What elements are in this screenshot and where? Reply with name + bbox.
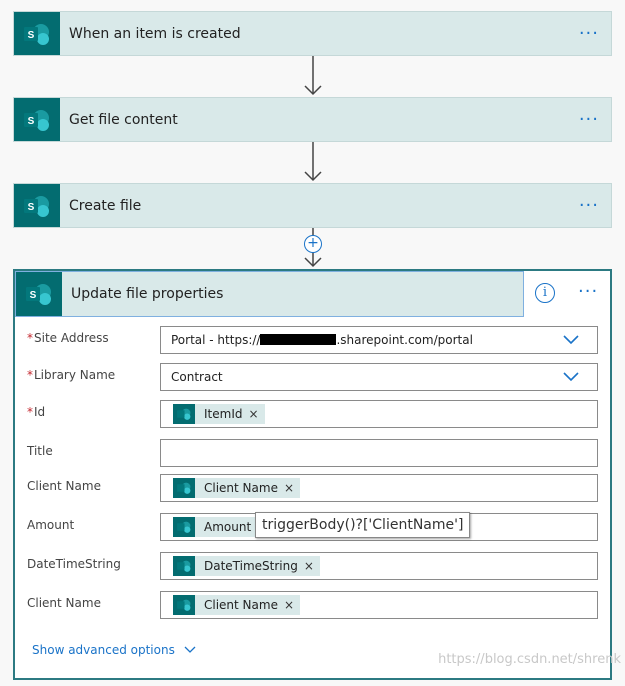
get-file-content-card[interactable]: S Get file content ···: [13, 97, 612, 142]
client-name-label: Client Name: [27, 596, 101, 610]
sharepoint-icon: S: [16, 272, 62, 316]
library-name-value: Contract: [171, 370, 223, 384]
svg-text:S: S: [28, 202, 35, 213]
remove-token-icon[interactable]: ×: [284, 598, 294, 612]
datetime-field[interactable]: DateTimeString ×: [160, 552, 598, 580]
id-field[interactable]: ItemId ×: [160, 400, 598, 428]
card-title: Create file: [69, 197, 142, 214]
more-options-icon[interactable]: ···: [579, 24, 599, 42]
trigger-card[interactable]: S When an item is created ···: [13, 11, 612, 56]
more-options-icon[interactable]: ···: [579, 110, 599, 128]
remove-token-icon[interactable]: ×: [248, 407, 258, 421]
arrow-down-icon: [304, 56, 322, 96]
card-title: Update file properties: [71, 286, 224, 302]
remove-token-icon[interactable]: ×: [284, 481, 294, 495]
chevron-down-icon: [184, 646, 196, 653]
site-address-value: Portal - https://.sharepoint.com/portal: [171, 333, 473, 347]
card-title: When an item is created: [69, 25, 241, 42]
site-address-dropdown[interactable]: Portal - https://.sharepoint.com/portal: [160, 326, 598, 354]
datetime-label: DateTimeString: [27, 557, 121, 571]
client-name-field[interactable]: Client Name ×: [160, 474, 598, 502]
library-name-label: *Library Name: [27, 368, 116, 382]
site-address-label: *Site Address: [27, 331, 109, 345]
svg-text:S: S: [28, 116, 35, 127]
card-title: Get file content: [69, 111, 178, 128]
sharepoint-icon: S: [14, 12, 60, 55]
amount-label: Amount: [27, 518, 75, 532]
chevron-down-icon[interactable]: [563, 335, 579, 345]
card-header[interactable]: S Update file properties: [15, 271, 524, 317]
chevron-down-icon[interactable]: [563, 372, 579, 382]
redaction-bar: [260, 334, 337, 345]
remove-token-icon[interactable]: ×: [304, 559, 314, 573]
id-label: *Id: [27, 405, 46, 419]
sharepoint-icon: [173, 556, 195, 576]
dynamic-content-token[interactable]: Client Name ×: [173, 595, 301, 615]
create-file-card[interactable]: S Create file ···: [13, 183, 612, 228]
more-options-icon[interactable]: ···: [578, 283, 598, 301]
svg-text:S: S: [30, 290, 37, 301]
sharepoint-icon: S: [14, 98, 60, 141]
title-label: Title: [27, 444, 53, 458]
dynamic-content-token[interactable]: ItemId ×: [173, 404, 265, 424]
dynamic-content-token[interactable]: Amount: [173, 517, 258, 537]
info-icon[interactable]: i: [535, 283, 555, 303]
arrow-down-icon: [304, 142, 322, 182]
sharepoint-icon: [173, 404, 195, 424]
watermark: https://blog.csdn.net/shrenk: [438, 652, 621, 667]
sharepoint-icon: [173, 478, 195, 498]
client-name-field[interactable]: Client Name ×: [160, 591, 598, 619]
client-name-label: Client Name: [27, 479, 101, 493]
sharepoint-icon: S: [14, 184, 60, 227]
update-file-properties-card: S Update file properties i ··· *Site Add…: [13, 269, 612, 680]
show-advanced-options-link[interactable]: Show advanced options: [32, 643, 196, 657]
expression-tooltip: triggerBody()?['ClientName']: [255, 512, 471, 538]
title-field[interactable]: [160, 439, 598, 467]
sharepoint-icon: [173, 595, 195, 615]
library-name-dropdown[interactable]: Contract: [160, 363, 598, 391]
insert-step-button[interactable]: +: [304, 235, 322, 253]
dynamic-content-token[interactable]: DateTimeString ×: [173, 556, 320, 576]
sharepoint-icon: [173, 517, 195, 537]
more-options-icon[interactable]: ···: [579, 196, 599, 214]
dynamic-content-token[interactable]: Client Name ×: [173, 478, 301, 498]
svg-text:S: S: [28, 30, 35, 41]
